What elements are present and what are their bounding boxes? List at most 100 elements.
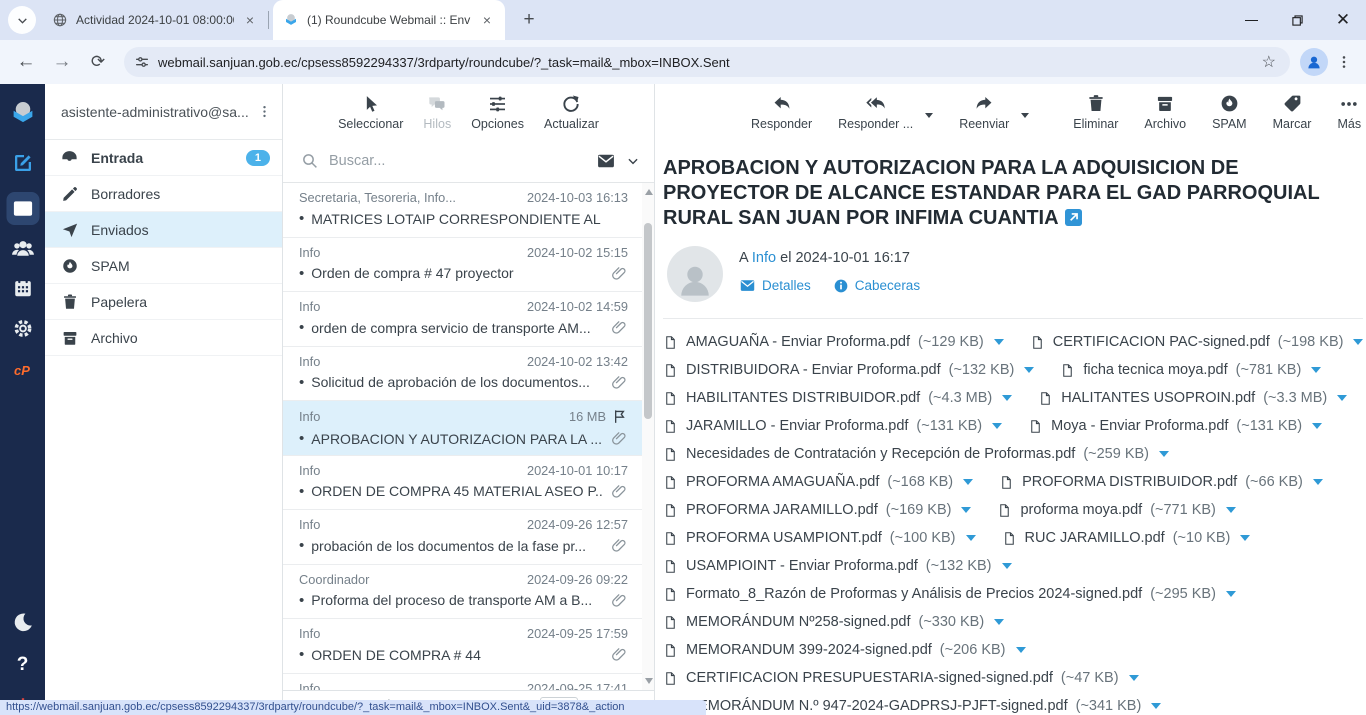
message-list-item[interactable]: Info 2024-10-01 10:17 • ORDEN DE COMPRA …	[283, 456, 654, 511]
attachment-item[interactable]: CERTIFICACION PAC-signed.pdf (~198 KB)	[1030, 333, 1364, 352]
attachment-name[interactable]: USAMPIOINT - Enviar Proforma.pdf	[686, 558, 918, 574]
sidebar-item-borradores[interactable]: Borradores	[45, 176, 282, 212]
scope-envelope-icon[interactable]	[596, 151, 616, 171]
mark-button[interactable]: Marcar	[1273, 93, 1312, 131]
contacts-icon[interactable]	[10, 236, 35, 261]
message-list-item[interactable]: Info 2024-10-02 13:42 • Solicitud de apr…	[283, 347, 654, 402]
select-button[interactable]: Seleccionar	[338, 94, 403, 131]
attachment-item[interactable]: CERTIFICACION PRESUPUESTARIA-signed-sign…	[663, 669, 1139, 688]
attachment-name[interactable]: CERTIFICACION PAC-signed.pdf	[1053, 334, 1270, 350]
attachment-name[interactable]: HALITANTES USOPROIN.pdf	[1061, 390, 1255, 406]
reply-all-button[interactable]: Responder ...	[838, 93, 913, 131]
search-input[interactable]	[329, 153, 586, 169]
sidebar-item-papelera[interactable]: Papelera	[45, 284, 282, 320]
window-close-button[interactable]: ✕	[1320, 0, 1366, 40]
attachment-name[interactable]: HABILITANTES DISTRIBUIDOR.pdf	[686, 390, 920, 406]
attachment-item[interactable]: RUC JARAMILLO.pdf (~10 KB)	[1002, 529, 1251, 548]
attachment-dropdown-icon[interactable]	[1002, 563, 1012, 569]
scrollbar-thumb[interactable]	[644, 223, 652, 419]
attachment-dropdown-icon[interactable]	[961, 507, 971, 513]
message-list-item[interactable]: Info 2024-10-02 14:59 • orden de compra …	[283, 292, 654, 347]
attachment-item[interactable]: HALITANTES USOPROIN.pdf (~3.3 MB)	[1038, 389, 1347, 408]
details-toggle[interactable]: Detalles	[739, 277, 811, 294]
flag-icon[interactable]	[612, 408, 628, 425]
attachment-dropdown-icon[interactable]	[1226, 591, 1236, 597]
reply-button[interactable]: Responder	[751, 93, 812, 131]
list-scrollbar[interactable]	[642, 183, 654, 690]
attachment-item[interactable]: Formato_8_Razón de Proformas y Análisis …	[663, 585, 1236, 604]
attachment-dropdown-icon[interactable]	[1312, 423, 1322, 429]
address-bar[interactable]: webmail.sanjuan.gob.ec/cpsess8592294337/…	[124, 47, 1290, 77]
window-restore-button[interactable]	[1274, 0, 1320, 40]
attachment-item[interactable]: PROFORMA DISTRIBUIDOR.pdf (~66 KB)	[999, 473, 1323, 492]
attachment-name[interactable]: JARAMILLO - Enviar Proforma.pdf	[686, 418, 908, 434]
cpanel-icon[interactable]	[11, 358, 35, 382]
new-tab-button[interactable]: +	[515, 6, 543, 34]
attachment-name[interactable]: Moya - Enviar Proforma.pdf	[1051, 418, 1228, 434]
options-button[interactable]: Opciones	[471, 94, 524, 131]
scroll-down-icon[interactable]	[645, 678, 653, 684]
calendar-icon[interactable]	[12, 277, 34, 299]
sidebar-item-archivo[interactable]: Archivo	[45, 320, 282, 356]
recipient-link[interactable]: Info	[752, 250, 776, 266]
refresh-button[interactable]: Actualizar	[544, 94, 599, 131]
browser-menu-icon[interactable]	[1332, 48, 1356, 76]
message-list-item[interactable]: Info 2024-09-25 17:41 •	[283, 674, 654, 691]
attachment-dropdown-icon[interactable]	[1311, 367, 1321, 373]
roundcube-logo[interactable]	[8, 98, 38, 128]
attachment-item[interactable]: JARAMILLO - Enviar Proforma.pdf (~131 KB…	[663, 417, 1002, 436]
attachment-name[interactable]: DISTRIBUIDORA - Enviar Proforma.pdf	[686, 362, 941, 378]
message-list-item[interactable]: Secretaria, Tesoreria, Info... 2024-10-0…	[283, 183, 654, 238]
attachment-dropdown-icon[interactable]	[992, 423, 1002, 429]
attachment-dropdown-icon[interactable]	[963, 479, 973, 485]
attachment-item[interactable]: USAMPIOINT - Enviar Proforma.pdf (~132 K…	[663, 557, 1012, 576]
sidebar-item-spam[interactable]: SPAM	[45, 248, 282, 284]
forward-dropdown-icon[interactable]	[1021, 113, 1029, 118]
attachment-item[interactable]: ficha tecnica moya.pdf (~781 KB)	[1060, 361, 1321, 380]
forward-button[interactable]: →	[46, 46, 78, 78]
attachment-dropdown-icon[interactable]	[1313, 479, 1323, 485]
headers-toggle[interactable]: Cabeceras	[833, 278, 920, 294]
attachment-item[interactable]: Moya - Enviar Proforma.pdf (~131 KB)	[1028, 417, 1322, 436]
window-minimize-button[interactable]	[1228, 0, 1274, 40]
site-settings-icon[interactable]	[134, 54, 150, 70]
attachment-name[interactable]: RUC JARAMILLO.pdf	[1025, 530, 1165, 546]
attachment-name[interactable]: MEMORANDUM 399-2024-signed.pdf	[686, 642, 932, 658]
browser-tab-1[interactable]: Actividad 2024-10-01 08:00:00 ×	[42, 0, 268, 40]
attachment-dropdown-icon[interactable]	[1024, 367, 1034, 373]
attachment-item[interactable]: AMAGUAÑA - Enviar Proforma.pdf (~129 KB)	[663, 333, 1004, 352]
search-options-chevron-icon[interactable]	[626, 154, 640, 168]
attachment-item[interactable]: MEMORANDUM 399-2024-signed.pdf (~206 KB)	[663, 641, 1026, 660]
attachment-item[interactable]: MEMORÁNDUM Nº258-signed.pdf (~330 KB)	[663, 613, 1004, 632]
reload-button[interactable]: ⟳	[82, 46, 114, 78]
tab-search-button[interactable]	[8, 6, 36, 34]
attachment-dropdown-icon[interactable]	[1226, 507, 1236, 513]
attachment-name[interactable]: Necesidades de Contratación y Recepción …	[686, 446, 1075, 462]
attachment-dropdown-icon[interactable]	[1151, 703, 1161, 709]
mail-icon[interactable]	[6, 192, 39, 225]
message-list-item[interactable]: Info 2024-09-26 12:57 • probación de los…	[283, 510, 654, 565]
sidebar-item-entrada[interactable]: Entrada 1	[45, 140, 282, 176]
attachment-item[interactable]: DISTRIBUIDORA - Enviar Proforma.pdf (~13…	[663, 361, 1034, 380]
url-text[interactable]: webmail.sanjuan.gob.ec/cpsess8592294337/…	[158, 55, 1250, 70]
attachment-dropdown-icon[interactable]	[1159, 451, 1169, 457]
attachment-name[interactable]: AMAGUAÑA - Enviar Proforma.pdf	[686, 334, 910, 350]
message-list-item[interactable]: Info 2024-10-02 15:15 • Orden de compra …	[283, 238, 654, 293]
account-menu-icon[interactable]	[257, 104, 272, 119]
attachment-name[interactable]: MEMORÁNDUM N.º 947-2024-GADPRSJ-PJFT-sig…	[686, 698, 1068, 714]
attachment-item[interactable]: MEMORÁNDUM N.º 947-2024-GADPRSJ-PJFT-sig…	[663, 697, 1161, 715]
open-in-new-window-icon[interactable]	[1065, 209, 1082, 226]
back-button[interactable]: ←	[10, 46, 42, 78]
attachment-item[interactable]: PROFORMA JARAMILLO.pdf (~169 KB)	[663, 501, 971, 520]
message-list-item[interactable]: Info 16 MB • APROBACION Y AUTORIZACION P…	[283, 401, 654, 456]
tab-close-icon[interactable]: ×	[242, 12, 258, 28]
scroll-up-icon[interactable]	[645, 189, 653, 195]
attachment-item[interactable]: PROFORMA AMAGUAÑA.pdf (~168 KB)	[663, 473, 973, 492]
compose-icon[interactable]	[11, 151, 35, 175]
attachment-dropdown-icon[interactable]	[1337, 395, 1347, 401]
settings-gear-icon[interactable]	[11, 317, 34, 340]
message-list-item[interactable]: Coordinador 2024-09-26 09:22 • Proforma …	[283, 565, 654, 620]
attachment-dropdown-icon[interactable]	[966, 535, 976, 541]
attachment-name[interactable]: PROFORMA DISTRIBUIDOR.pdf	[1022, 474, 1237, 490]
sidebar-item-enviados[interactable]: Enviados	[45, 212, 282, 248]
